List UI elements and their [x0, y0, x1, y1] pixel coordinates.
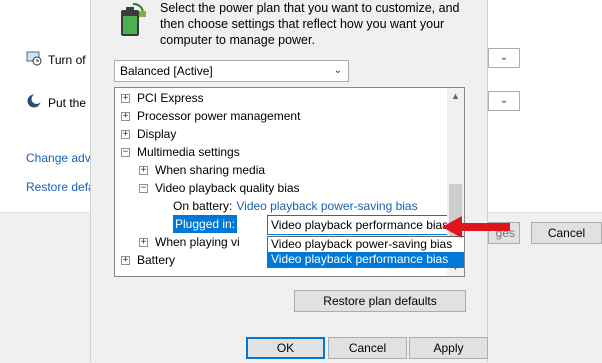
sleep-dropdown[interactable]: ⌄: [488, 91, 520, 111]
plugged-in-select[interactable]: Video playback performance bias ⌄: [267, 215, 464, 235]
tree-item-label: Video playback quality bias: [155, 181, 300, 195]
cancel-button[interactable]: Cancel: [328, 337, 407, 359]
tree-item-multimedia[interactable]: − Multimedia settings: [121, 143, 240, 161]
tree-item-when-playing[interactable]: + When playing vi: [139, 233, 240, 251]
tree-item-label: PCI Express: [137, 91, 204, 105]
restore-defaults-link[interactable]: Restore defa: [26, 180, 96, 194]
plugged-in-label: Plugged in:: [173, 215, 238, 233]
put-to-sleep-label: Put the: [48, 95, 87, 110]
expand-icon[interactable]: +: [139, 165, 148, 175]
chevron-down-icon: ⌄: [499, 52, 509, 63]
collapse-icon[interactable]: −: [139, 183, 148, 193]
scroll-up-icon[interactable]: ▲: [447, 88, 464, 105]
tree-item-label: Processor power management: [137, 109, 301, 123]
background-cancel-button[interactable]: Cancel: [531, 222, 602, 244]
sleep-row: Put the: [26, 93, 86, 112]
turn-off-display-row: Turn of: [26, 50, 86, 69]
intro-text: Select the power plan that you want to c…: [160, 1, 460, 47]
change-advanced-link[interactable]: Change adv: [26, 151, 96, 165]
power-plan-value: Balanced [Active]: [120, 64, 213, 78]
on-battery-row[interactable]: On battery: Video playback power-saving …: [173, 197, 418, 215]
chevron-down-icon: ⌄: [333, 65, 342, 76]
tree-item-label: Display: [137, 127, 177, 141]
collapse-icon[interactable]: −: [121, 147, 130, 157]
expand-icon[interactable]: +: [121, 111, 130, 121]
tree-item-video-quality-bias[interactable]: − Video playback quality bias: [139, 179, 300, 197]
monitor-clock-icon: [26, 50, 42, 69]
settings-tree[interactable]: + PCI Express + Processor power manageme…: [114, 87, 465, 277]
battery-plug-icon: [117, 2, 147, 38]
chevron-down-icon: ⌄: [499, 95, 509, 106]
tree-item-battery[interactable]: + Battery: [121, 251, 175, 269]
moon-icon: [26, 93, 42, 112]
tree-item-label: Battery: [137, 253, 176, 267]
tree-item-processor-power[interactable]: + Processor power management: [121, 107, 300, 125]
power-plan-select[interactable]: Balanced [Active] ⌄: [114, 60, 349, 82]
turn-off-label: Turn of: [48, 52, 86, 67]
power-options-dialog: Select the power plan that you want to c…: [90, 0, 488, 362]
expand-icon[interactable]: +: [121, 129, 130, 139]
turn-off-dropdown[interactable]: ⌄: [488, 48, 520, 68]
restore-plan-defaults-button[interactable]: Restore plan defaults: [294, 290, 466, 312]
ok-button[interactable]: OK: [246, 337, 325, 359]
tree-item-display[interactable]: + Display: [121, 125, 176, 143]
tree-item-label: When playing vi: [155, 235, 240, 249]
expand-icon[interactable]: +: [139, 237, 148, 247]
plugged-in-value: Video playback performance bias: [271, 218, 449, 232]
option-performance[interactable]: Video playback performance bias: [268, 252, 464, 267]
option-power-saving[interactable]: Video playback power-saving bias: [268, 237, 464, 252]
annotation-arrow-icon: [440, 215, 512, 242]
tree-item-sharing-media[interactable]: + When sharing media: [139, 161, 265, 179]
apply-button[interactable]: Apply: [409, 337, 488, 359]
tree-item-label: When sharing media: [155, 163, 266, 177]
plugged-in-options-list[interactable]: Video playback power-saving bias Video p…: [267, 236, 464, 268]
on-battery-label: On battery:: [173, 199, 233, 213]
tree-item-label: Multimedia settings: [137, 145, 240, 159]
tree-item-pci-express[interactable]: + PCI Express: [121, 89, 204, 107]
expand-icon[interactable]: +: [121, 93, 130, 103]
expand-icon[interactable]: +: [121, 255, 130, 265]
on-battery-value[interactable]: Video playback power-saving bias: [236, 197, 417, 215]
plugged-in-row[interactable]: Plugged in:: [173, 215, 238, 233]
